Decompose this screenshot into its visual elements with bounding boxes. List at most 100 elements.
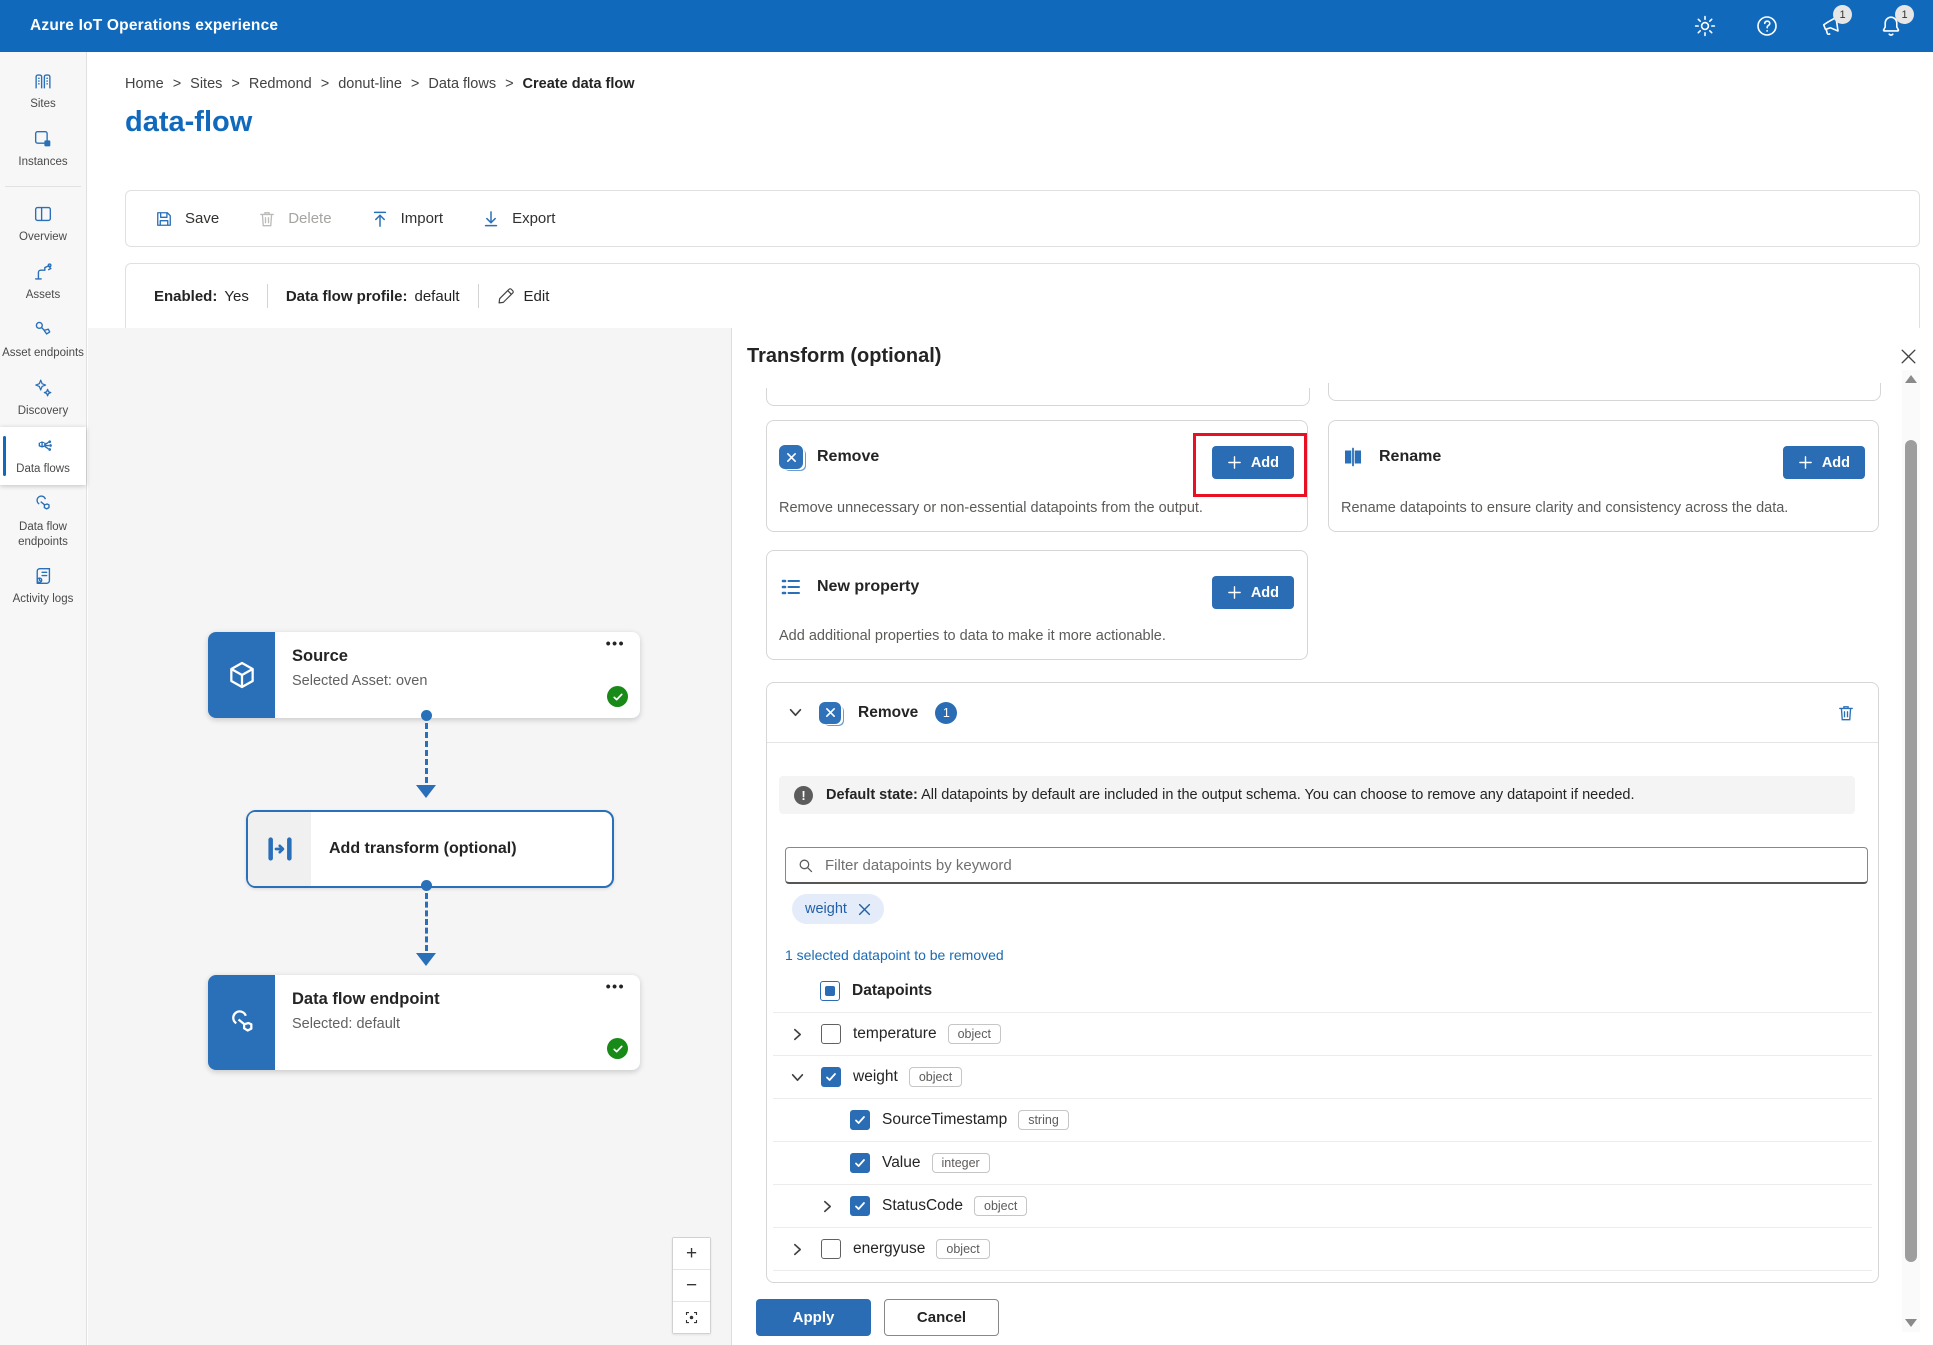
type-badge: integer bbox=[932, 1153, 990, 1173]
flow-status-bar: Enabled: Yes Data flow profile: default … bbox=[125, 263, 1920, 328]
flow-canvas: Source Selected Asset: oven ••• Add tran… bbox=[88, 328, 731, 1345]
table-row-sourcetimestamp[interactable]: SourceTimestamp string bbox=[773, 1099, 1872, 1142]
source-node-title: Source bbox=[292, 647, 640, 666]
chevron-right-icon[interactable] bbox=[791, 1028, 807, 1041]
sidebar-item-label: Instances bbox=[18, 155, 67, 170]
scrollbar-up-arrow[interactable] bbox=[1905, 375, 1917, 383]
select-all-checkbox[interactable] bbox=[820, 981, 840, 1001]
add-transform-node[interactable]: Add transform (optional) bbox=[246, 810, 614, 888]
sidebar-item-sites[interactable]: Sites bbox=[0, 62, 86, 120]
source-cube-icon bbox=[208, 632, 275, 718]
breadcrumb-data-flows[interactable]: Data flows bbox=[428, 76, 496, 92]
row-checkbox[interactable] bbox=[821, 1067, 841, 1087]
profile-value: default bbox=[415, 288, 460, 305]
breadcrumb-redmond[interactable]: Redmond bbox=[249, 76, 312, 92]
more-options-icon[interactable]: ••• bbox=[606, 978, 625, 994]
sidebar-item-instances[interactable]: Instances bbox=[0, 120, 86, 178]
flow-connector bbox=[417, 880, 435, 966]
endpoint-node-subtitle: Selected: default bbox=[292, 1016, 640, 1032]
transform-panel: Transform (optional) Remove Add Remove u… bbox=[731, 328, 1933, 1345]
divider bbox=[267, 284, 268, 308]
assets-icon bbox=[32, 261, 54, 283]
sidebar-item-activity-logs[interactable]: Activity logs bbox=[0, 557, 86, 615]
profile-label: Data flow profile: bbox=[286, 288, 408, 305]
source-node[interactable]: Source Selected Asset: oven ••• bbox=[208, 632, 640, 718]
chevron-right-icon[interactable] bbox=[791, 1243, 807, 1256]
scrollbar-thumb[interactable] bbox=[1905, 440, 1917, 1262]
new-property-add-button[interactable]: Add bbox=[1212, 576, 1294, 609]
overview-icon bbox=[32, 203, 54, 225]
connector-arrowhead bbox=[416, 953, 436, 966]
table-row-temperature[interactable]: temperature object bbox=[773, 1013, 1872, 1056]
sidebar-item-data-flows[interactable]: Data flows bbox=[0, 427, 86, 485]
scrollbar-down-arrow[interactable] bbox=[1905, 1319, 1917, 1327]
import-button[interactable]: Import bbox=[370, 209, 444, 229]
sidebar-item-asset-endpoints[interactable]: Asset endpoints bbox=[0, 311, 86, 369]
sidebar-item-label: Overview bbox=[19, 230, 67, 245]
data-flow-endpoint-node[interactable]: Data flow endpoint Selected: default ••• bbox=[208, 975, 640, 1070]
save-button[interactable]: Save bbox=[154, 209, 219, 229]
data-flow-endpoints-icon bbox=[32, 493, 54, 515]
page-header-area: Home > Sites > Redmond > donut-line > Da… bbox=[88, 52, 1933, 328]
sidebar-item-assets[interactable]: Assets bbox=[0, 253, 86, 311]
connector-dashed-line bbox=[425, 723, 428, 783]
add-transform-node-body: Add transform (optional) bbox=[311, 812, 612, 886]
rename-add-button[interactable]: Add bbox=[1783, 446, 1865, 479]
plus-icon bbox=[1798, 455, 1813, 470]
table-row-statuscode[interactable]: StatusCode object bbox=[773, 1185, 1872, 1228]
apply-button[interactable]: Apply bbox=[756, 1299, 871, 1336]
delete-button[interactable]: Delete bbox=[257, 209, 331, 229]
zoom-out-button[interactable]: − bbox=[673, 1270, 710, 1302]
filter-chip-weight[interactable]: weight bbox=[792, 894, 884, 924]
breadcrumb-home[interactable]: Home bbox=[125, 76, 164, 92]
help-icon[interactable] bbox=[1755, 14, 1779, 38]
add-button-label: Add bbox=[1251, 455, 1279, 471]
valid-check-icon bbox=[607, 1038, 628, 1059]
breadcrumb-current-page: Create data flow bbox=[523, 76, 635, 92]
row-checkbox[interactable] bbox=[821, 1024, 841, 1044]
edit-button[interactable]: Edit bbox=[497, 287, 550, 305]
sidebar-item-data-flow-endpoints[interactable]: Data flow endpoints bbox=[0, 485, 86, 558]
row-checkbox[interactable] bbox=[850, 1196, 870, 1216]
more-options-icon[interactable]: ••• bbox=[606, 635, 625, 651]
chevron-down-icon[interactable] bbox=[791, 1071, 807, 1084]
row-checkbox[interactable] bbox=[821, 1239, 841, 1259]
settings-gear-icon[interactable] bbox=[1693, 14, 1717, 38]
remove-add-button[interactable]: Add bbox=[1212, 446, 1294, 479]
delete-label: Delete bbox=[288, 210, 331, 227]
breadcrumb-sites[interactable]: Sites bbox=[190, 76, 222, 92]
command-toolbar: Save Delete Import Export bbox=[125, 190, 1920, 247]
delete-section-trash-icon[interactable] bbox=[1836, 703, 1856, 723]
scrolled-card-edge bbox=[1328, 383, 1881, 401]
chip-remove-icon[interactable] bbox=[858, 903, 871, 916]
breadcrumb-donut-line[interactable]: donut-line bbox=[338, 76, 402, 92]
enabled-value: Yes bbox=[224, 288, 248, 305]
panel-scrollbar[interactable] bbox=[1902, 370, 1920, 1332]
save-icon bbox=[154, 209, 174, 229]
cancel-button[interactable]: Cancel bbox=[884, 1299, 999, 1336]
type-badge: object bbox=[948, 1024, 1001, 1044]
plus-icon bbox=[1227, 455, 1242, 470]
zoom-in-button[interactable]: + bbox=[673, 1238, 710, 1270]
export-button[interactable]: Export bbox=[481, 209, 555, 229]
announcements-megaphone-icon[interactable]: 1 bbox=[1817, 14, 1841, 38]
table-row-weight[interactable]: weight object bbox=[773, 1056, 1872, 1099]
notifications-bell-icon[interactable]: 1 bbox=[1879, 14, 1903, 38]
new-property-card: New property Add Add additional properti… bbox=[766, 550, 1308, 660]
chevron-right-icon[interactable] bbox=[821, 1200, 837, 1213]
table-row-energyuse[interactable]: energyuse object bbox=[773, 1228, 1872, 1271]
card-title: Remove bbox=[817, 448, 879, 466]
row-checkbox[interactable] bbox=[850, 1153, 870, 1173]
sidebar-item-overview[interactable]: Overview bbox=[0, 195, 86, 253]
close-icon[interactable] bbox=[1894, 342, 1922, 370]
buildings-icon bbox=[32, 70, 54, 92]
sidebar-item-discovery[interactable]: Discovery bbox=[0, 369, 86, 427]
chevron-down-icon[interactable] bbox=[789, 706, 802, 719]
rename-transform-card: Rename Add Rename datapoints to ensure c… bbox=[1328, 420, 1879, 532]
scrolled-card-edge bbox=[766, 388, 1310, 406]
table-row-value[interactable]: Value integer bbox=[773, 1142, 1872, 1185]
filter-datapoints-input[interactable] bbox=[823, 856, 1856, 875]
search-icon bbox=[797, 857, 814, 874]
row-checkbox[interactable] bbox=[850, 1110, 870, 1130]
fit-view-button[interactable] bbox=[673, 1302, 710, 1333]
